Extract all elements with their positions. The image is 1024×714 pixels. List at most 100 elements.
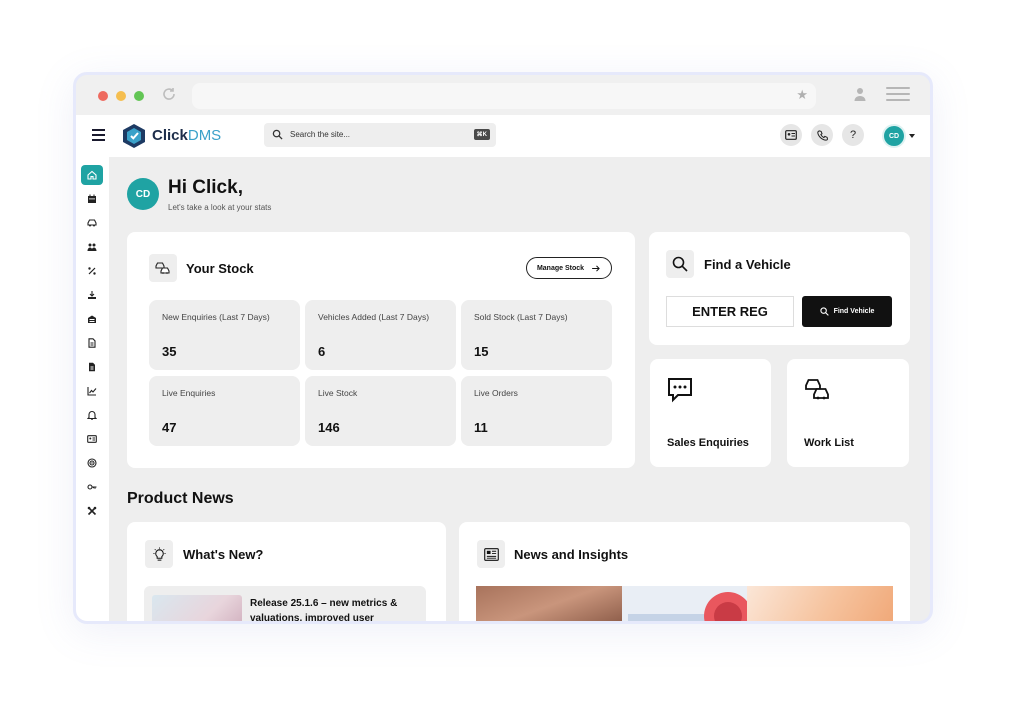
bookmark-star-icon[interactable]: ★ [796,87,808,103]
main-content: CD Hi Click, Let's take a look at your s… [109,157,930,624]
sidebar-item-finance[interactable] [81,261,103,281]
lightbulb-icon [145,540,173,568]
sidebar-item-car[interactable] [81,213,103,233]
stat-value: 15 [474,344,489,359]
news-image-warm[interactable] [747,586,893,621]
id-card-button[interactable] [780,124,802,146]
help-button[interactable]: ? [842,124,864,146]
news-image-dashboard[interactable] [622,586,752,621]
sidebar-item-keys[interactable] [81,477,103,497]
sidebar-item-import[interactable] [81,285,103,305]
work-list-tile[interactable]: Work List [787,359,909,467]
stat-value: 35 [162,344,177,359]
sidebar-item-customers[interactable] [81,429,103,449]
search-icon [666,250,694,278]
chat-bubble-icon [668,378,692,403]
whats-new-title: What's New? [183,547,264,562]
site-search-input[interactable]: Search the site... ⌘K [264,123,496,147]
key-icon [87,484,97,490]
help-icon: ? [849,129,857,141]
news-insights-card: News and Insights [459,522,910,621]
stat-value: 146 [318,420,340,435]
profile-icon[interactable] [852,86,868,102]
greeting-title: Hi Click, [168,177,243,198]
invoice-icon [89,362,95,372]
whats-new-card: What's New? Release 25.1.6 – new metrics… [127,522,446,624]
find-vehicle-button[interactable]: Find Vehicle [802,296,892,327]
sidebar-item-calendar[interactable] [81,189,103,209]
car-icon [87,219,97,227]
percent-icon [88,267,96,275]
document-icon [88,338,96,348]
stat-vehicles-added[interactable]: Vehicles Added (Last 7 Days) 6 [305,300,456,370]
sidebar-item-tools[interactable] [81,501,103,521]
app-header: ClickDMS Search the site... ⌘K ? CD [76,115,930,157]
close-window-dot[interactable] [98,91,108,101]
news-insights-title: News and Insights [514,547,629,562]
stat-live-enquiries[interactable]: Live Enquiries 47 [149,376,300,446]
home-icon [87,170,97,180]
sidebar-item-targets[interactable] [81,453,103,473]
sidebar-item-garage[interactable] [81,309,103,329]
address-bar[interactable]: ★ [192,83,816,109]
search-icon [272,129,283,140]
browser-menu-icon[interactable] [886,87,910,103]
stat-label: New Enquiries (Last 7 Days) [162,312,270,322]
user-avatar[interactable]: CD [882,124,906,148]
tools-icon [87,506,97,516]
your-stock-title: Your Stock [186,261,254,276]
sidebar-item-notifications[interactable] [81,405,103,425]
find-vehicle-title: Find a Vehicle [704,257,791,272]
stat-live-orders[interactable]: Live Orders 11 [461,376,612,446]
news-image-hands[interactable] [476,586,622,621]
sidebar-item-home[interactable] [81,165,103,185]
cars-icon [149,254,177,282]
garage-icon [88,315,96,323]
work-list-label: Work List [804,437,854,449]
sidebar-item-invoices[interactable] [81,357,103,377]
download-icon [88,291,96,299]
stat-label: Live Stock [318,388,358,398]
search-placeholder: Search the site... [290,130,351,139]
hamburger-menu-icon[interactable] [92,129,105,141]
stat-value: 47 [162,420,177,435]
arrow-right-icon [592,265,600,271]
registration-input[interactable]: ENTER REG [666,296,794,327]
find-vehicle-label: Find Vehicle [833,308,875,315]
calendar-icon [88,194,96,203]
stat-label: Live Enquiries [162,388,216,398]
id-card-icon [785,130,797,140]
stat-new-enquiries[interactable]: New Enquiries (Last 7 Days) 35 [149,300,300,370]
brand-name[interactable]: ClickDMS [152,127,221,144]
user-menu-chevron-down-icon[interactable] [909,134,915,138]
greeting-avatar: CD [127,178,159,210]
sidebar-item-reports[interactable] [81,381,103,401]
phone-icon [816,129,828,141]
product-news-heading: Product News [127,490,234,507]
sales-enquiries-label: Sales Enquiries [667,437,749,449]
stat-value: 11 [474,420,488,435]
sidebar-item-documents[interactable] [81,333,103,353]
search-icon [819,307,829,316]
release-item[interactable]: Release 25.1.6 – new metrics & valuation… [144,586,426,624]
clickdms-logo-icon[interactable] [122,123,146,149]
maximize-window-dot[interactable] [134,91,144,101]
target-icon [87,458,97,468]
manage-stock-label: Manage Stock [536,264,585,272]
phone-button[interactable] [811,124,833,146]
release-text: Release 25.1.6 – new metrics & valuation… [250,598,398,624]
sales-enquiries-tile[interactable]: Sales Enquiries [650,359,771,467]
greeting-subtitle: Let's take a look at your stats [168,203,272,212]
people-icon [87,243,97,251]
manage-stock-button[interactable]: Manage Stock [526,257,612,279]
bell-icon [87,411,97,420]
search-shortcut-badge: ⌘K [473,129,490,140]
sidebar-item-people[interactable] [81,237,103,257]
stat-sold-stock[interactable]: Sold Stock (Last 7 Days) 15 [461,300,612,370]
newspaper-icon [477,540,505,568]
minimize-window-dot[interactable] [116,91,126,101]
chart-icon [87,387,97,396]
release-thumbnail [152,595,242,621]
reload-icon[interactable] [160,85,178,103]
stat-live-stock[interactable]: Live Stock 146 [305,376,456,446]
